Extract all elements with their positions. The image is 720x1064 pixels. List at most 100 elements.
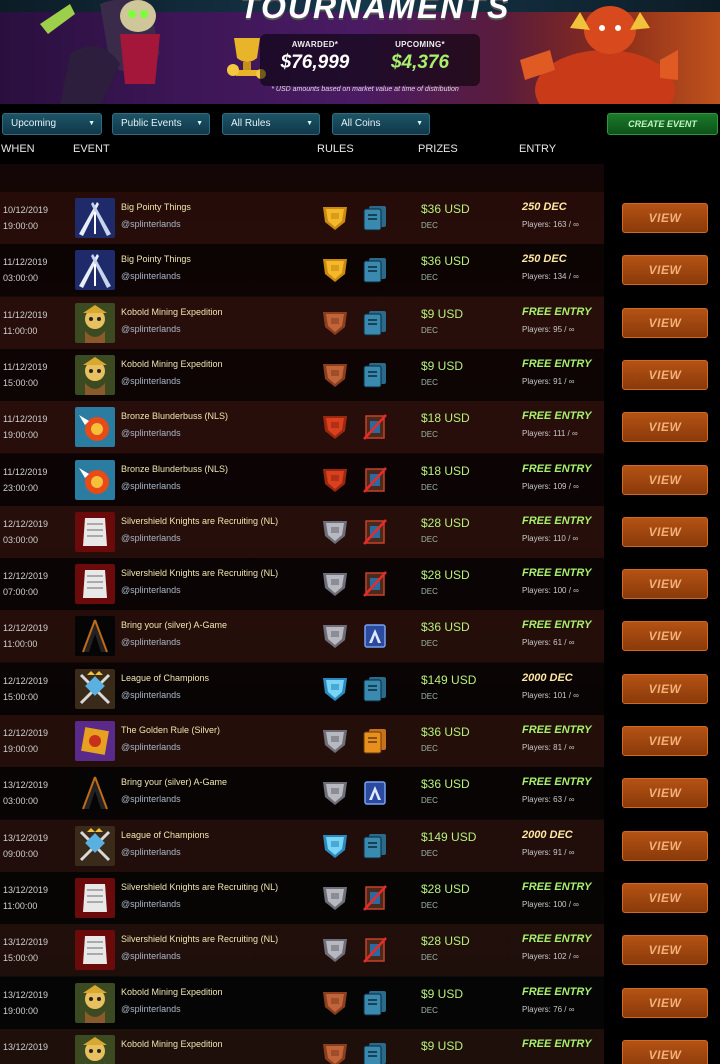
event-thumbnail xyxy=(75,1034,115,1064)
table-header: WHEN EVENT RULES PRIZES ENTRY xyxy=(0,140,720,162)
player-count: Players: 91 / ∞ xyxy=(522,847,575,857)
rating-shield-icon xyxy=(320,256,350,284)
view-event-button[interactable]: VIEW xyxy=(622,255,708,286)
view-event-button[interactable]: VIEW xyxy=(622,569,708,600)
upcoming-value: $4,376 xyxy=(390,52,450,73)
view-event-button[interactable]: VIEW xyxy=(622,412,708,443)
coins-filter-select[interactable]: All Coins ▼ xyxy=(332,113,430,135)
table-row: 13/12/2019 15:00:00 Silvershield Knights a… xyxy=(0,924,720,977)
event-thumbnail xyxy=(75,668,115,709)
event-when: 13/12/2019 09:00:00 xyxy=(3,830,48,862)
event-time: 11:00:00 xyxy=(3,639,38,650)
view-event-button[interactable]: VIEW xyxy=(622,359,708,390)
rating-shield-icon xyxy=(320,989,350,1017)
card-rule-icon xyxy=(360,622,390,650)
column-when: WHEN xyxy=(1,143,35,155)
awarded-label: AWARDED* xyxy=(291,40,339,49)
card-rule-icon xyxy=(360,675,390,703)
prize-currency: DEC xyxy=(421,377,438,387)
view-event-button[interactable]: VIEW xyxy=(622,987,708,1018)
skeleton-hero-illustration xyxy=(40,0,160,104)
view-event-button[interactable]: VIEW xyxy=(622,726,708,756)
rating-shield-icon xyxy=(320,779,350,807)
table-row: 12/12/2019 03:00:00 Silvershield Knights a… xyxy=(0,505,720,558)
entry-fee: 250 DEC xyxy=(522,201,567,213)
table-row: 13/12/2019 09:00:00 League of Champions @sp… xyxy=(0,819,720,872)
view-event-button[interactable]: VIEW xyxy=(622,307,708,338)
card-rule-icon xyxy=(360,466,390,494)
card-rule-icon xyxy=(360,779,390,807)
event-when: 12/12/2019 03:00:00 xyxy=(3,516,48,548)
rating-shield-icon xyxy=(320,518,350,546)
view-event-button[interactable]: VIEW xyxy=(622,464,708,495)
create-event-button[interactable]: CREATE EVENT xyxy=(607,113,718,135)
card-rule-icon xyxy=(360,832,390,860)
event-time: 11:00:00 xyxy=(3,900,38,911)
entry-fee: FREE ENTRY xyxy=(522,410,592,423)
view-event-button[interactable]: VIEW xyxy=(622,673,708,704)
event-thumbnail xyxy=(75,564,115,605)
event-thumbnail xyxy=(75,302,115,343)
event-name: Big Pointy Things xyxy=(121,254,191,265)
table-row: 11/12/2019 19:00:00 Bronze Blunderbuss (NL… xyxy=(0,401,720,454)
event-name: League of Champions xyxy=(121,829,210,840)
event-date: 13/12/2019 xyxy=(3,780,49,791)
rating-shield-icon xyxy=(320,675,350,703)
chevron-down-icon: ▼ xyxy=(306,120,313,127)
event-organizer: @splinterlands xyxy=(121,532,181,543)
view-event-button[interactable]: VIEW xyxy=(622,935,708,966)
prize-amount: $36 USD xyxy=(421,254,470,269)
visibility-filter-select[interactable]: Public Events ▼ xyxy=(112,113,210,135)
card-rule-icon xyxy=(360,204,390,232)
view-event-button[interactable]: VIEW xyxy=(622,516,708,547)
prize-currency: DEC xyxy=(421,273,438,283)
event-thumbnail xyxy=(75,982,115,1023)
prize-amount: $9 USD xyxy=(421,306,464,321)
view-event-button[interactable]: VIEW xyxy=(622,621,708,652)
visibility-filter-value: Public Events xyxy=(121,118,182,129)
player-count: Players: 63 / ∞ xyxy=(522,795,575,805)
table-row: 11/12/2019 23:00:00 Bronze Blunderbuss (NL… xyxy=(0,453,720,506)
event-date: 12/12/2019 xyxy=(3,518,49,529)
event-date: 11/12/2019 xyxy=(3,466,48,477)
page-title: TOURNAMENTS xyxy=(240,0,511,25)
event-name: Kobold Mining Expedition xyxy=(121,306,223,317)
entry-fee: FREE ENTRY xyxy=(522,619,592,632)
upcoming-stat: UPCOMING* $4,376 xyxy=(365,40,475,74)
event-thumbnail xyxy=(75,354,115,395)
event-date: 12/12/2019 xyxy=(3,571,49,582)
view-event-button[interactable]: VIEW xyxy=(622,882,708,913)
chevron-down-icon: ▼ xyxy=(88,120,95,127)
player-count: Players: 102 / ∞ xyxy=(522,952,579,962)
status-filter-select[interactable]: Upcoming ▼ xyxy=(2,113,102,135)
event-organizer: @splinterlands xyxy=(121,585,181,596)
rating-shield-icon xyxy=(320,884,350,912)
table-row: 12/12/2019 11:00:00 Bring your (silver) A-… xyxy=(0,610,720,663)
view-event-button[interactable]: VIEW xyxy=(622,1039,708,1064)
prize-currency: DEC xyxy=(421,691,438,701)
entry-fee: FREE ENTRY xyxy=(522,776,592,789)
view-event-button[interactable]: VIEW xyxy=(622,778,708,809)
event-when: 11/12/2019 19:00:00 xyxy=(3,411,47,443)
event-name: Kobold Mining Expedition xyxy=(121,358,223,369)
event-date: 11/12/2019 xyxy=(3,257,48,268)
card-rule-icon xyxy=(360,309,390,337)
event-list: 10/12/2019 19:00:00 Big Pointy Things @spli… xyxy=(0,164,720,1064)
event-thumbnail xyxy=(75,407,115,448)
prize-currency: DEC xyxy=(421,430,438,440)
prize-amount: $28 USD xyxy=(421,881,470,896)
view-event-button[interactable]: VIEW xyxy=(622,830,708,861)
event-time: 23:00:00 xyxy=(3,482,39,493)
view-event-button[interactable]: VIEW xyxy=(622,203,708,233)
prize-amount: $28 USD xyxy=(421,568,470,583)
rating-shield-icon xyxy=(320,570,350,598)
rating-shield-icon xyxy=(320,361,350,389)
prize-amount: $36 USD xyxy=(421,620,470,635)
event-date: 13/12/2019 xyxy=(3,937,49,948)
prize-amount: $18 USD xyxy=(421,463,470,478)
event-organizer: @splinterlands xyxy=(121,271,181,282)
rules-filter-select[interactable]: All Rules ▼ xyxy=(222,113,320,135)
card-rule-icon xyxy=(360,989,390,1017)
column-entry: ENTRY xyxy=(519,143,557,155)
award-summary-box: AWARDED* $76,999 UPCOMING* $4,376 xyxy=(260,34,480,86)
